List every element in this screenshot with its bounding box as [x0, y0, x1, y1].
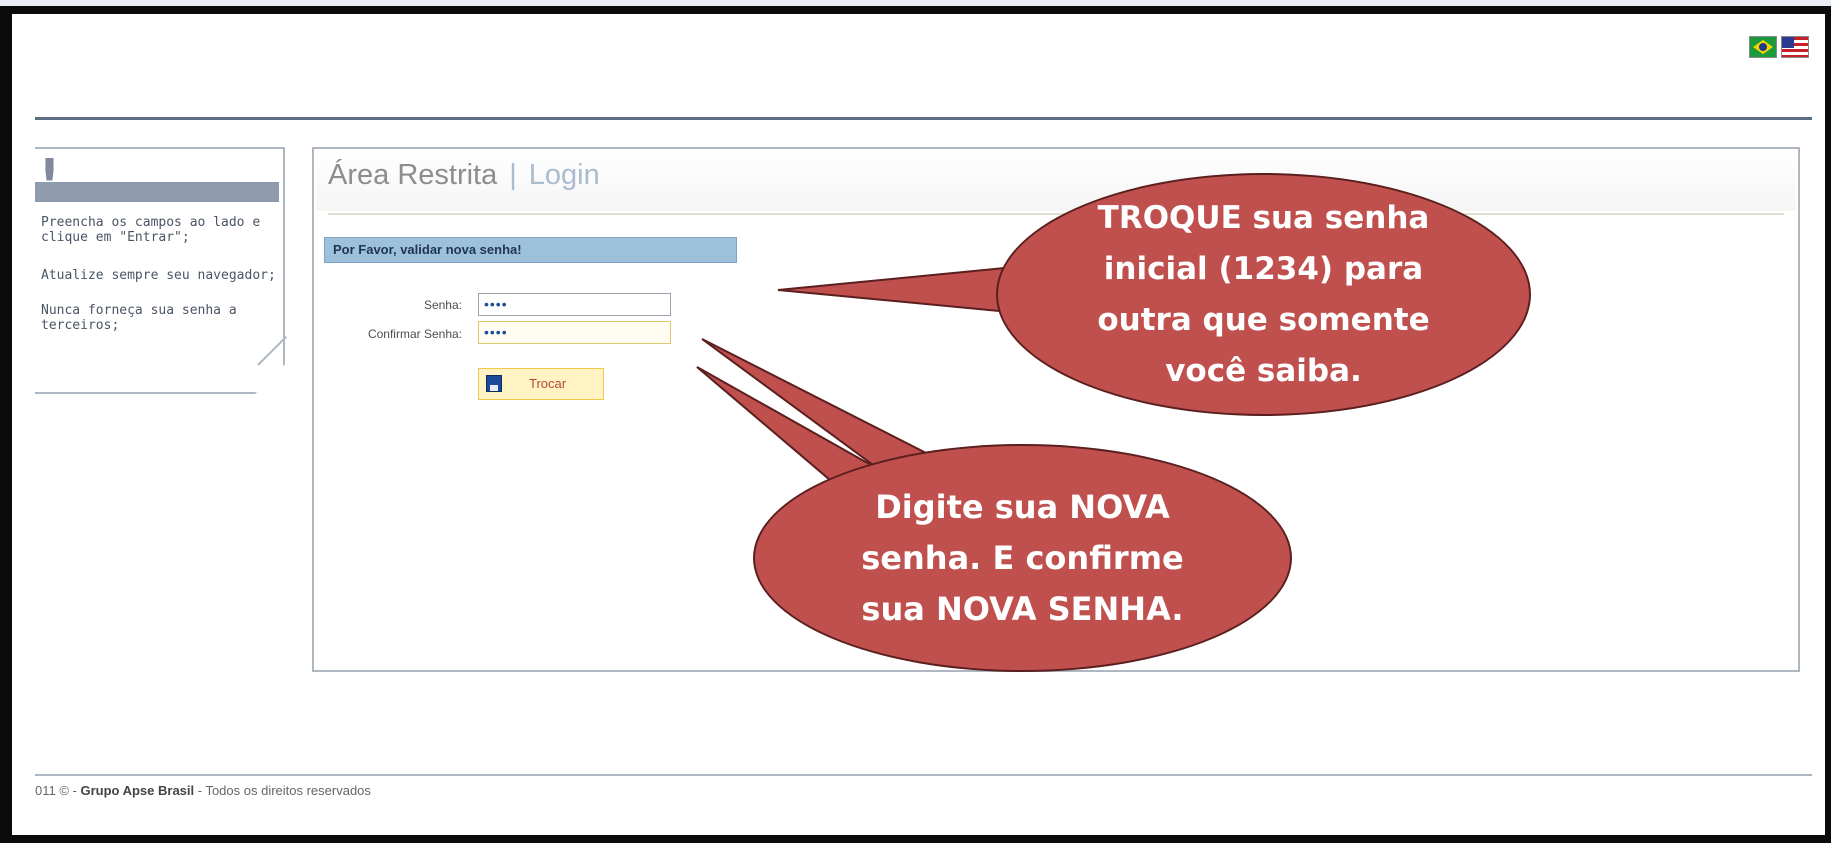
callout-line: você saiba. [1165, 352, 1362, 389]
screenshot-border [0, 6, 12, 843]
callout-line: sua NOVA SENHA. [861, 589, 1184, 628]
page-title: Área Restrita [328, 159, 498, 191]
screenshot-border [0, 6, 1831, 14]
title-separator: | [509, 159, 517, 191]
panel-title: Área Restrita | Login [328, 159, 600, 192]
bottom-callout-bubble: Digite sua NOVA senha. E confirme sua NO… [753, 444, 1292, 672]
change-password-button[interactable]: Trocar [478, 368, 604, 400]
footer-copyright: 011 © - [35, 783, 81, 798]
screenshot-border [0, 835, 1831, 843]
button-label: Trocar [529, 376, 567, 391]
instruction-text: Preencha os campos ao lado e clique em "… [41, 215, 261, 245]
page-subtitle: Login [528, 159, 600, 191]
callout-line: senha. E confirme [861, 538, 1184, 577]
panel-title-divider [328, 213, 1784, 215]
footer-company: Grupo Apse Brasil [80, 783, 195, 798]
save-disk-icon [486, 375, 502, 392]
callout-line: inicial (1234) para [1103, 250, 1424, 287]
top-callout-bubble: TROQUE sua senha inicial (1234) para out… [996, 173, 1531, 416]
instruction-text: Nunca forneça sua senha a terceiros; [41, 303, 237, 333]
sidebar-header-bar [35, 182, 279, 202]
footer-rights: - Todos os direitos reservados [194, 783, 371, 798]
info-sidebar: ! Preencha os campos ao lado e clique em… [35, 147, 285, 394]
callout-line: outra que somente [1097, 301, 1430, 338]
new-password-field[interactable]: •••• [478, 293, 671, 316]
password-label: Senha: [423, 298, 462, 312]
header-divider [35, 117, 1812, 120]
confirm-password-label: Confirmar Senha: [367, 327, 462, 341]
footer: 011 © - Grupo Apse Brasil - Todos os dir… [35, 783, 371, 798]
usa-flag-icon[interactable] [1781, 36, 1809, 58]
language-selector [1749, 36, 1809, 58]
screenshot-border [1825, 6, 1831, 843]
callout-line: TROQUE sua senha [1097, 199, 1430, 236]
brazil-flag-icon[interactable] [1749, 36, 1777, 58]
confirm-password-field[interactable]: •••• [478, 321, 671, 344]
instruction-text: Atualize sempre seu navegador; [41, 268, 276, 283]
callout-line: Digite sua NOVA [875, 487, 1170, 526]
footer-divider [35, 774, 1812, 776]
validation-notice: Por Favor, validar nova senha! [324, 237, 737, 263]
